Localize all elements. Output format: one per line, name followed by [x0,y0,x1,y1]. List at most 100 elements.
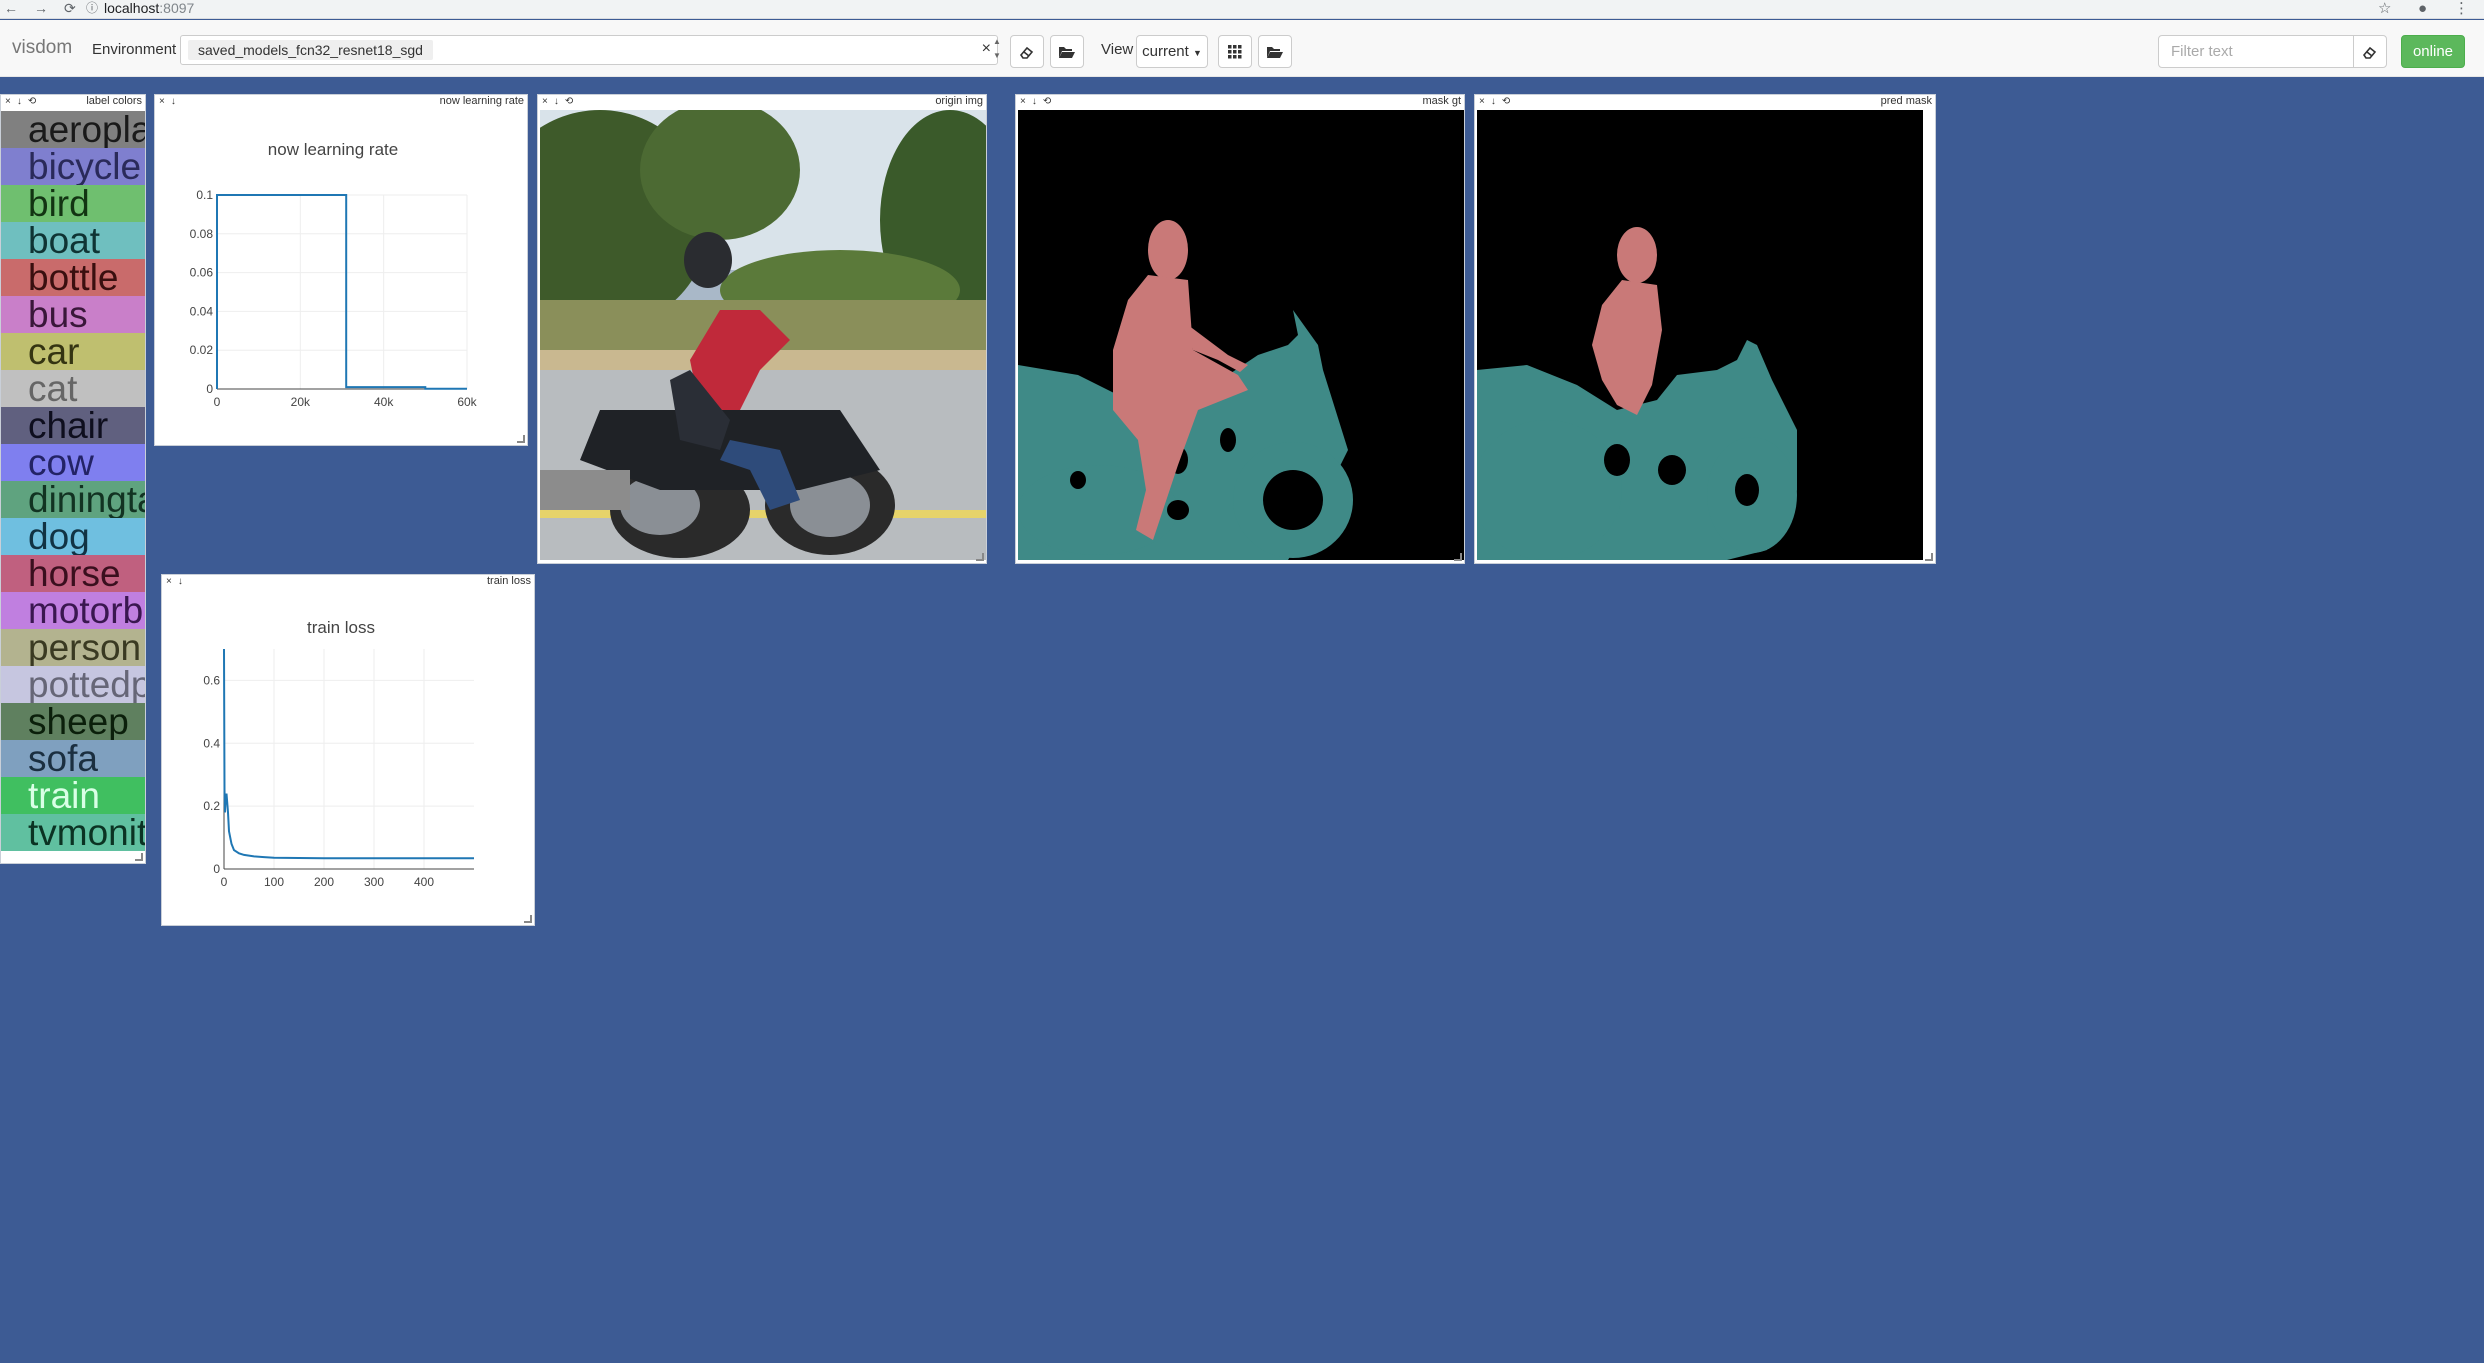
x-tick-label: 400 [414,875,434,889]
label-color-17: sofa [1,740,145,777]
online-status-button[interactable]: online [2401,35,2465,68]
learning-rate-chart[interactable]: now learning rate 0 20k 40k 60k 0 0.02 0.04 0.06… [155,109,528,446]
download-icon[interactable]: ↓ [171,96,182,107]
clear-environment-icon[interactable]: × [982,40,991,58]
pane-label-colors[interactable]: ×↓⟲ label colors aeroplanebicyclebirdboa… [0,94,146,864]
x-tick-label: 200 [314,875,334,889]
resize-handle[interactable] [524,915,532,923]
view-select[interactable]: current ▼ [1136,35,1208,68]
x-tick-label: 0 [221,875,228,889]
resize-handle[interactable] [517,435,525,443]
label-color-8: chair [1,407,145,444]
close-icon[interactable]: × [1479,96,1491,107]
resize-handle[interactable] [976,553,984,561]
label-color-6: car [1,333,145,370]
reset-icon[interactable]: ⟲ [1502,96,1516,107]
environment-dropdown-arrows[interactable]: ▲ ▼ [991,35,1003,65]
label-color-14: person [1,629,145,666]
forward-icon[interactable]: → [34,0,48,17]
chart-title: train loss [307,618,375,637]
reset-icon[interactable]: ⟲ [1043,96,1057,107]
resize-handle[interactable] [135,853,143,861]
resize-handle[interactable] [1925,553,1933,561]
x-tick-label: 100 [264,875,284,889]
environment-chip[interactable]: saved_models_fcn32_resnet18_sgd [188,40,433,60]
mask-gt-image [1018,110,1464,560]
info-icon[interactable]: ⓘ [86,0,98,17]
repack-button[interactable] [1218,35,1252,68]
clear-filter-button[interactable] [2353,35,2387,68]
eraser-icon [1019,46,1034,59]
train-loss-chart[interactable]: train loss 0 100 200 300 400 0 0.2 0.4 0.6 [162,589,535,926]
close-icon[interactable]: × [166,576,178,587]
url-host: localhost [104,0,160,16]
label-color-list: aeroplanebicyclebirdboatbottlebuscarcatc… [1,111,145,851]
pane-title: origin img [935,95,983,107]
x-tick-label: 40k [374,395,394,409]
address-bar[interactable]: localhost:8097 [104,0,194,17]
filter-text-input[interactable] [2158,35,2354,68]
pane-header: ×↓⟲ origin img [538,95,986,109]
x-tick-label: 20k [291,395,311,409]
download-icon[interactable]: ↓ [178,576,189,587]
pred-mask-image [1477,110,1923,560]
close-icon[interactable]: × [5,96,17,107]
pane-header: ×↓ train loss [162,575,534,589]
label-color-19: tvmonitor [1,814,145,851]
environment-select[interactable]: saved_models_fcn32_resnet18_sgd × [180,35,998,65]
visdom-brand[interactable]: visdom [12,37,72,59]
label-color-10: diningtable [1,481,145,518]
download-icon[interactable]: ↓ [1032,96,1043,107]
label-color-4: bottle [1,259,145,296]
download-icon[interactable]: ↓ [1491,96,1502,107]
menu-icon[interactable]: ⋮ [2454,0,2469,17]
y-tick-label: 0 [213,862,220,876]
pane-origin-img[interactable]: ×↓⟲ origin img [537,94,987,564]
pane-header: ×↓⟲ mask gt [1016,95,1464,109]
pane-controls[interactable]: ×↓ [166,575,189,588]
label-color-5: bus [1,296,145,333]
download-icon[interactable]: ↓ [554,96,565,107]
close-icon[interactable]: × [542,96,554,107]
label-color-18: train [1,777,145,814]
manage-env-button[interactable] [1050,35,1084,68]
resize-handle[interactable] [1454,553,1462,561]
pane-mask-gt[interactable]: ×↓⟲ mask gt [1015,94,1465,564]
pane-learning-rate[interactable]: ×↓ now learning rate now learning rate 0 2… [154,94,528,446]
y-tick-label: 0.06 [190,266,214,280]
close-icon[interactable]: × [1020,96,1032,107]
reset-icon[interactable]: ⟲ [565,96,579,107]
y-tick-label: 0.6 [203,673,220,687]
pane-controls[interactable]: ×↓ [159,95,182,108]
close-icon[interactable]: × [159,96,171,107]
url-port: :8097 [159,0,195,16]
label-color-2: bird [1,185,145,222]
pane-train-loss[interactable]: ×↓ train loss train loss 0 100 200 300 400 0 0.… [161,574,535,926]
label-color-15: pottedplant [1,666,145,703]
visdom-toolbar: visdom Environment saved_models_fcn32_re… [0,20,2484,77]
pane-controls[interactable]: ×↓⟲ [542,95,579,108]
manage-views-button[interactable] [1258,35,1292,68]
view-label: View [1101,41,1134,58]
pane-title: now learning rate [439,95,524,107]
account-icon[interactable]: ● [2418,0,2427,17]
label-color-13: motorbike [1,592,145,629]
pane-controls[interactable]: ×↓⟲ [5,95,42,108]
caret-down-icon: ▼ [1192,48,1202,58]
reload-icon[interactable]: ⟳ [64,0,76,17]
pane-pred-mask[interactable]: ×↓⟲ pred mask [1474,94,1936,564]
label-color-0: aeroplane [1,111,145,148]
bookmark-star-icon[interactable]: ☆ [2378,0,2391,17]
label-color-16: sheep [1,703,145,740]
series-line [216,194,467,390]
back-icon[interactable]: ← [4,0,18,17]
pane-title: mask gt [1422,95,1461,107]
download-icon[interactable]: ↓ [17,96,28,107]
y-tick-label: 0.1 [196,188,213,202]
eraser-icon [2362,46,2377,59]
pane-controls[interactable]: ×↓⟲ [1479,95,1516,108]
label-color-11: dog [1,518,145,555]
pane-controls[interactable]: ×↓⟲ [1020,95,1057,108]
clear-env-button[interactable] [1010,35,1044,68]
reset-icon[interactable]: ⟲ [28,96,42,107]
